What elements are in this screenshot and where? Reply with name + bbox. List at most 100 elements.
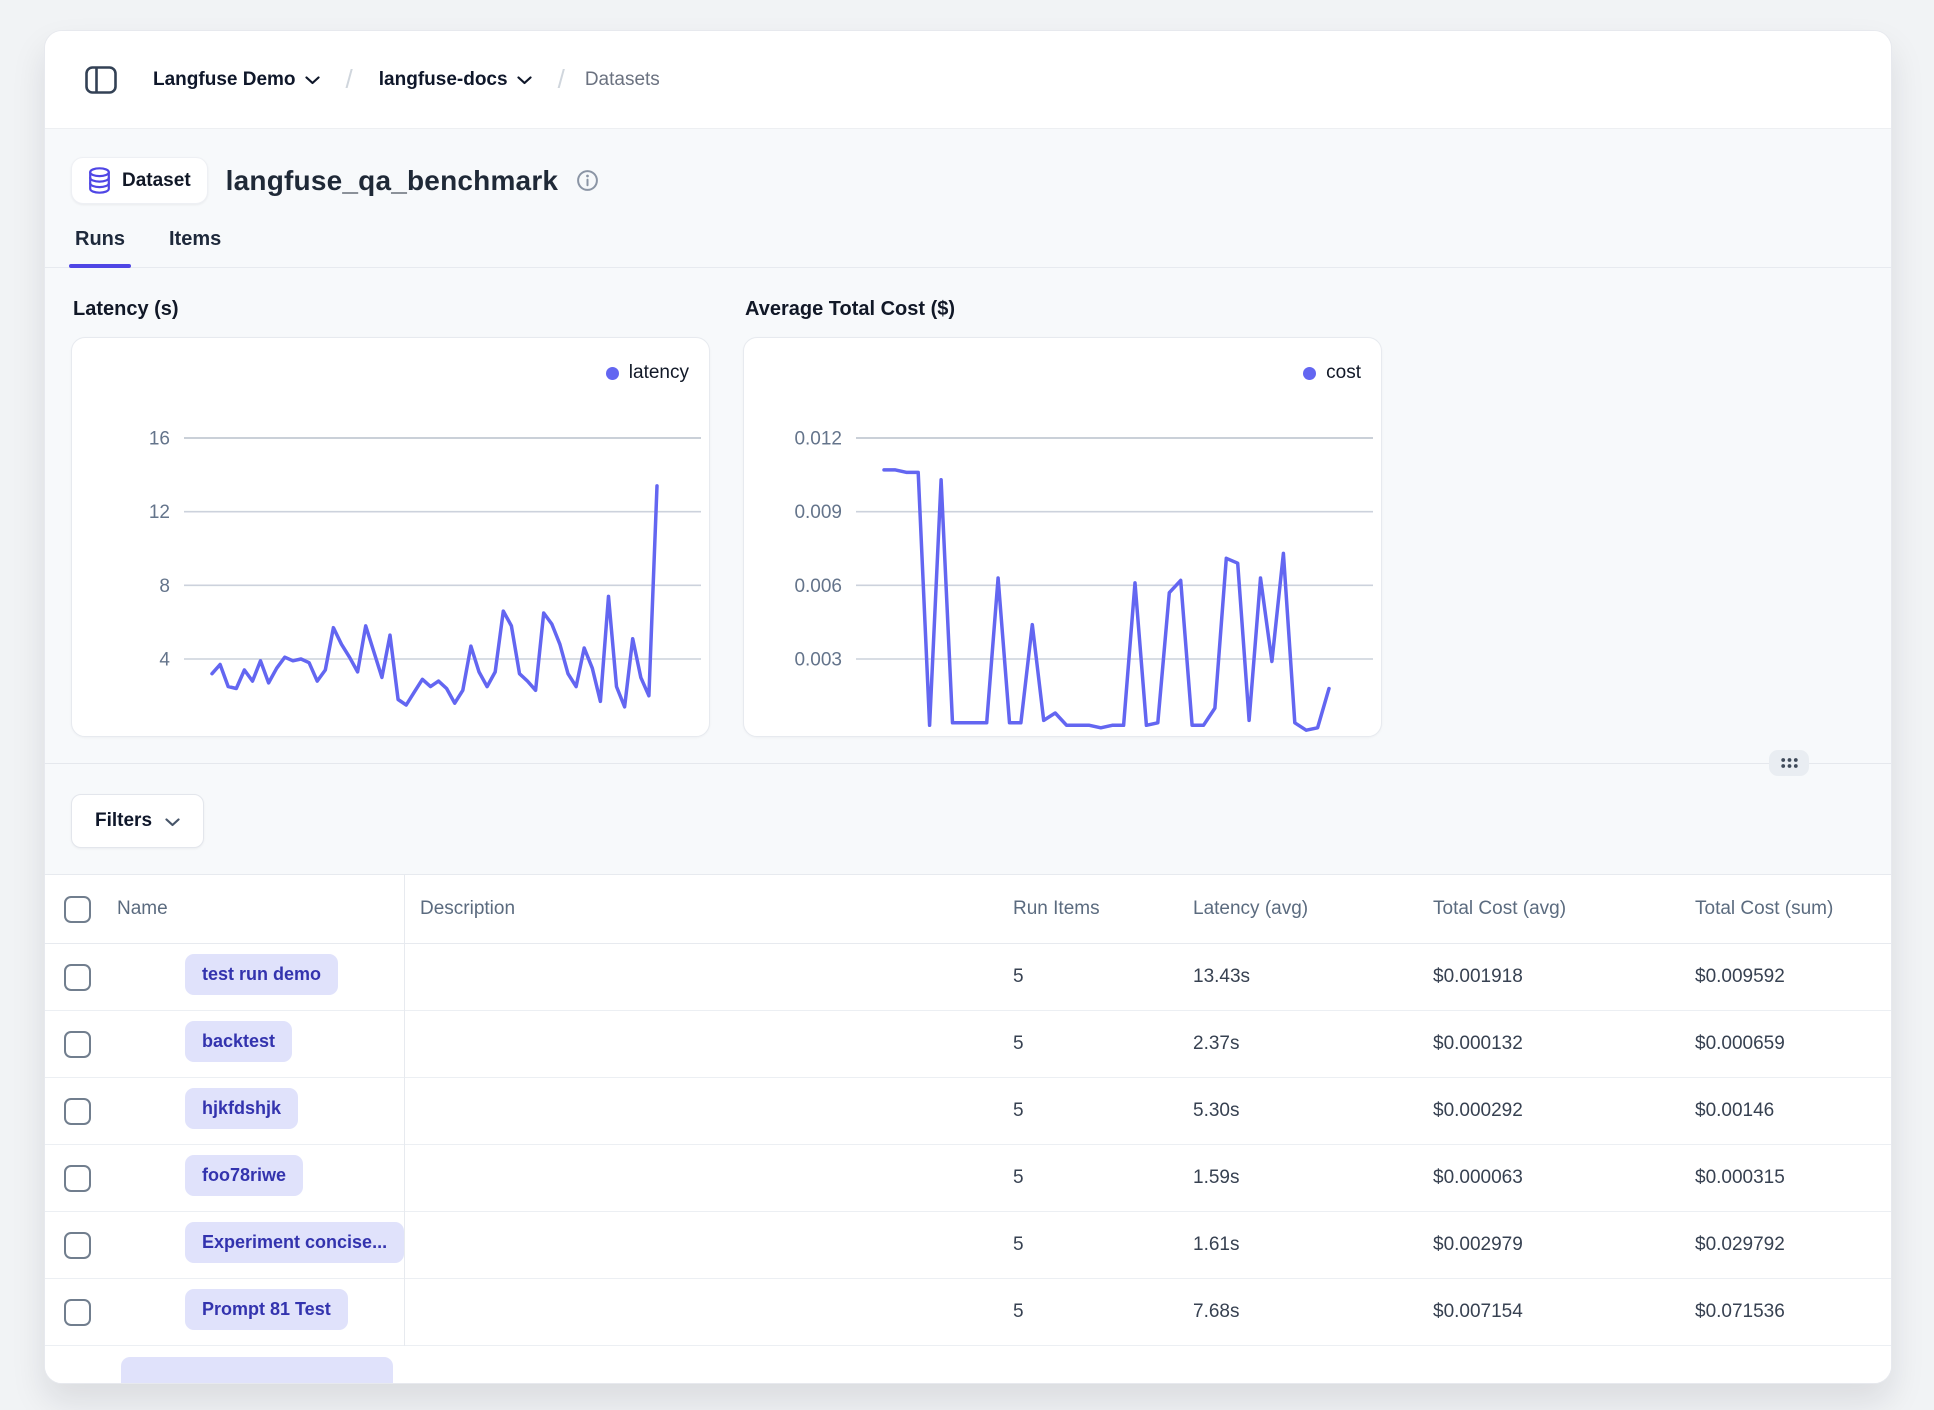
latency-chart: 161284 latency [71,337,710,737]
tab-items[interactable]: Items [167,228,223,267]
total-cost-sum-cell: $0.009592 [1679,966,1891,988]
row-checkbox[interactable] [64,1031,91,1058]
chevron-down-icon [165,818,180,827]
run-name-badge[interactable] [121,1357,393,1383]
dataset-type-badge: Dataset [71,157,208,204]
cost-chart: 0.012 0.009 0.006 0.003 cost [743,337,1382,737]
table-row-partial [45,1346,1891,1383]
charts-row: Latency (s) 161284 latency Average Total… [45,268,1891,737]
table-header-row: Name Description Run Items Latency (avg)… [45,875,1891,944]
latency-avg-cell: 13.43s [1177,966,1417,988]
latency-legend[interactable]: latency [606,362,689,384]
run-items-cell: 5 [997,1033,1177,1055]
run-items-cell: 5 [997,966,1177,988]
svg-text:0.009: 0.009 [794,502,842,523]
total-cost-sum-cell: $0.029792 [1679,1234,1891,1256]
breadcrumb: Langfuse Demo / langfuse-docs / Datasets [147,64,660,95]
column-header-run-items[interactable]: Run Items [997,898,1177,920]
dataset-badge-label: Dataset [122,170,191,192]
row-checkbox[interactable] [64,1232,91,1259]
table-row: backtest 52.37s$0.000132$0.000659 [45,1011,1891,1078]
breadcrumb-project-label: langfuse-docs [379,69,508,91]
drag-handle-icon [1780,757,1799,769]
breadcrumb-page-label[interactable]: Datasets [585,69,660,91]
latency-avg-cell: 1.61s [1177,1234,1417,1256]
run-items-cell: 5 [997,1234,1177,1256]
tab-runs[interactable]: Runs [73,228,127,267]
sidebar-toggle-button[interactable] [81,62,121,98]
run-items-cell: 5 [997,1167,1177,1189]
total-cost-avg-cell: $0.007154 [1417,1301,1679,1323]
cost-chart-title: Average Total Cost ($) [745,298,1380,321]
run-name-badge[interactable]: hjkfdshjk [185,1088,298,1129]
total-cost-avg-cell: $0.001918 [1417,966,1679,988]
latency-line-chart: 161284 [72,338,709,736]
cost-chart-block: Average Total Cost ($) 0.0120.0090.0060.… [743,298,1380,737]
row-checkbox[interactable] [64,1165,91,1192]
latency-avg-cell: 1.59s [1177,1167,1417,1189]
total-cost-sum-cell: $0.071536 [1679,1301,1891,1323]
svg-text:16: 16 [149,429,170,450]
run-name-badge[interactable]: Experiment concise... [185,1222,404,1263]
total-cost-avg-cell: $0.000063 [1417,1167,1679,1189]
database-icon [88,167,111,194]
resize-drag-handle[interactable] [1769,750,1809,776]
legend-label: latency [629,362,689,384]
cost-legend[interactable]: cost [1303,362,1361,384]
run-name-badge[interactable]: Prompt 81 Test [185,1289,348,1330]
row-checkbox[interactable] [64,1299,91,1326]
column-divider [404,875,405,1383]
column-header-description[interactable]: Description [404,898,997,920]
cost-line-chart: 0.012 0.009 0.006 0.003 [744,338,1381,736]
top-bar: Langfuse Demo / langfuse-docs / Datasets [45,31,1891,129]
table-row: Experiment concise... 51.61s$0.002979$0.0… [45,1212,1891,1279]
table-row: test run demo 513.43s$0.001918$0.009592 [45,944,1891,1011]
breadcrumb-org-label: Langfuse Demo [153,69,296,91]
svg-text:12: 12 [149,502,170,523]
tab-bar: Runs Items [45,228,1891,268]
main-content: Dataset langfuse_qa_benchmark Runs Items [45,129,1891,1383]
total-cost-sum-cell: $0.00146 [1679,1100,1891,1122]
svg-text:4: 4 [159,650,170,671]
total-cost-avg-cell: $0.002979 [1417,1234,1679,1256]
dataset-title-row: Dataset langfuse_qa_benchmark [45,129,1891,204]
breadcrumb-separator: / [346,64,353,95]
latency-avg-cell: 5.30s [1177,1100,1417,1122]
svg-text:0.003: 0.003 [794,650,842,671]
latency-chart-block: Latency (s) 161284 latency [71,298,708,737]
column-header-latency-avg[interactable]: Latency (avg) [1177,898,1417,920]
run-items-cell: 5 [997,1100,1177,1122]
run-items-cell: 5 [997,1301,1177,1323]
run-name-badge[interactable]: test run demo [185,954,338,995]
run-name-badge[interactable]: backtest [185,1021,292,1062]
legend-dot-icon [606,367,619,380]
row-checkbox[interactable] [64,964,91,991]
total-cost-avg-cell: $0.000132 [1417,1033,1679,1055]
page-title: langfuse_qa_benchmark [226,165,559,197]
run-name-badge[interactable]: foo78riwe [185,1155,303,1196]
row-checkbox[interactable] [64,1098,91,1125]
filters-button[interactable]: Filters [71,794,204,848]
svg-text:0.012: 0.012 [794,429,842,450]
breadcrumb-org-selector[interactable]: Langfuse Demo [147,68,326,92]
breadcrumb-project-selector[interactable]: langfuse-docs [373,68,538,92]
app-window: Langfuse Demo / langfuse-docs / Datasets [44,30,1892,1384]
total-cost-sum-cell: $0.000659 [1679,1033,1891,1055]
column-header-name[interactable]: Name [109,898,404,920]
section-divider [45,763,1891,764]
latency-avg-cell: 2.37s [1177,1033,1417,1055]
breadcrumb-separator: / [558,64,565,95]
column-header-total-cost-avg[interactable]: Total Cost (avg) [1417,898,1679,920]
legend-dot-icon [1303,367,1316,380]
column-header-total-cost-sum[interactable]: Total Cost (sum) [1679,898,1891,920]
select-all-checkbox[interactable] [64,896,91,923]
page-background: Langfuse Demo / langfuse-docs / Datasets [0,0,1934,1410]
total-cost-avg-cell: $0.000292 [1417,1100,1679,1122]
table-row: foo78riwe 51.59s$0.000063$0.000315 [45,1145,1891,1212]
info-icon[interactable] [576,169,599,192]
total-cost-sum-cell: $0.000315 [1679,1167,1891,1189]
filters-row: Filters [45,764,1891,848]
table-row: Prompt 81 Test57.68s$0.007154$0.071536 [45,1279,1891,1346]
svg-text:0.006: 0.006 [794,576,842,597]
latency-chart-title: Latency (s) [73,298,708,321]
